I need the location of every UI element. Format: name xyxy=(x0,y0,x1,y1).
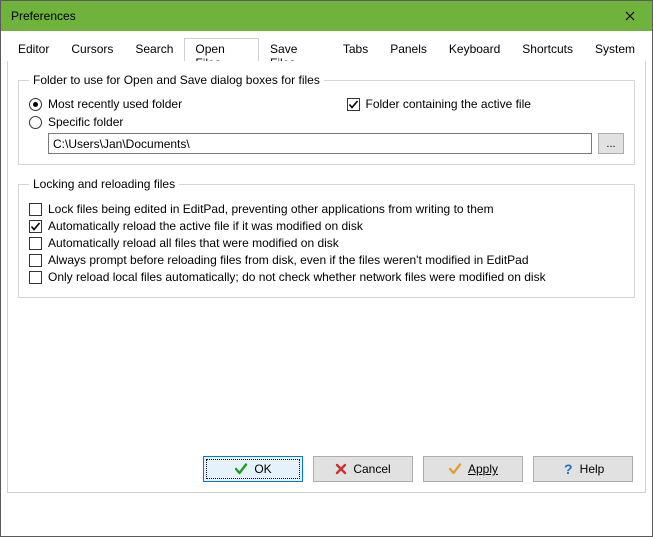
svg-text:?: ? xyxy=(564,462,573,476)
checkbox-auto-reload-active-label: Automatically reload the active file if … xyxy=(48,219,363,233)
tab-panels[interactable]: Panels xyxy=(379,38,438,62)
help-button-label: Help xyxy=(580,462,605,476)
tab-save-files[interactable]: Save Files xyxy=(259,38,332,62)
checkbox-lock-files[interactable] xyxy=(29,203,42,216)
radio-specific-label: Specific folder xyxy=(48,115,123,129)
tab-bar: Editor Cursors Search Open Files Save Fi… xyxy=(7,37,646,61)
apply-button-label: Apply xyxy=(468,462,498,476)
browse-button[interactable]: ... xyxy=(598,133,624,154)
radio-specific[interactable] xyxy=(29,116,42,129)
checkbox-active-folder[interactable] xyxy=(347,98,360,111)
button-bar: OK Cancel Apply ? Help xyxy=(203,456,633,482)
checkbox-auto-reload-all[interactable] xyxy=(29,237,42,250)
help-question-icon: ? xyxy=(562,462,574,476)
apply-button[interactable]: Apply xyxy=(423,456,523,482)
tab-tabs[interactable]: Tabs xyxy=(332,38,379,62)
tab-system[interactable]: System xyxy=(584,38,646,62)
checkbox-active-folder-label: Folder containing the active file xyxy=(366,97,531,111)
apply-check-icon xyxy=(448,462,462,476)
tab-open-files[interactable]: Open Files xyxy=(184,38,259,62)
help-button[interactable]: ? Help xyxy=(533,456,633,482)
ok-button[interactable]: OK xyxy=(203,456,303,482)
tab-shortcuts[interactable]: Shortcuts xyxy=(511,38,584,62)
checkbox-auto-reload-all-label: Automatically reload all files that were… xyxy=(48,236,339,250)
folder-group-legend: Folder to use for Open and Save dialog b… xyxy=(29,73,324,87)
checkbox-auto-reload-active[interactable] xyxy=(29,220,42,233)
checkbox-always-prompt-label: Always prompt before reloading files fro… xyxy=(48,253,529,267)
locking-group: Locking and reloading files Lock files b… xyxy=(18,177,635,298)
tab-keyboard[interactable]: Keyboard xyxy=(438,38,511,62)
tab-content: Folder to use for Open and Save dialog b… xyxy=(7,61,646,493)
cancel-button[interactable]: Cancel xyxy=(313,456,413,482)
tab-cursors[interactable]: Cursors xyxy=(60,38,124,62)
checkbox-lock-files-label: Lock files being edited in EditPad, prev… xyxy=(48,202,494,216)
titlebar: Preferences xyxy=(1,1,652,31)
specific-folder-input[interactable] xyxy=(48,133,592,154)
cancel-x-icon xyxy=(335,463,347,475)
radio-mru-label: Most recently used folder xyxy=(48,97,182,111)
checkbox-local-only-label: Only reload local files automatically; d… xyxy=(48,270,546,284)
close-button[interactable] xyxy=(607,1,652,31)
checkmark-icon xyxy=(348,99,359,110)
ok-check-icon xyxy=(234,462,248,476)
locking-group-legend: Locking and reloading files xyxy=(29,177,179,191)
checkbox-always-prompt[interactable] xyxy=(29,254,42,267)
tab-editor[interactable]: Editor xyxy=(7,38,60,62)
ok-button-label: OK xyxy=(254,462,271,476)
checkmark-icon xyxy=(30,221,41,232)
radio-mru[interactable] xyxy=(29,98,42,111)
client-area: Editor Cursors Search Open Files Save Fi… xyxy=(1,31,652,499)
close-icon xyxy=(625,11,635,21)
window-title: Preferences xyxy=(11,9,607,23)
tab-search[interactable]: Search xyxy=(124,38,184,62)
folder-group: Folder to use for Open and Save dialog b… xyxy=(18,73,635,165)
cancel-button-label: Cancel xyxy=(353,462,390,476)
checkbox-local-only[interactable] xyxy=(29,271,42,284)
